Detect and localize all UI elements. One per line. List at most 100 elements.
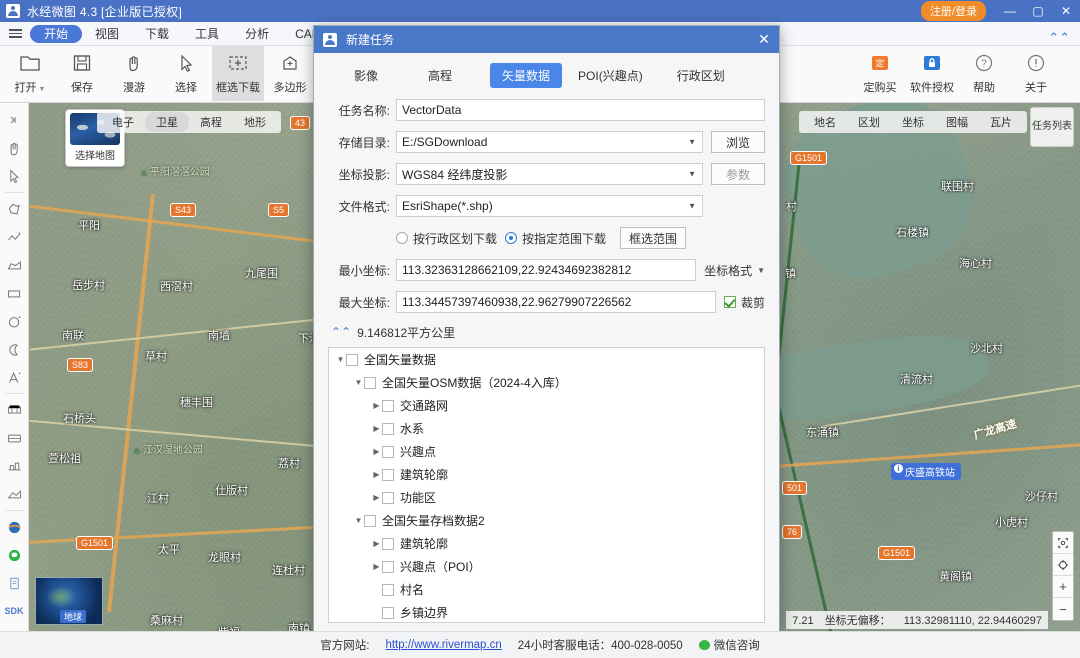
chevron-double-up-icon[interactable]: ⌃⌃ xyxy=(331,325,351,339)
tree-checkbox[interactable] xyxy=(382,422,394,435)
ribbon-select-button[interactable]: 选择 xyxy=(160,46,212,101)
menu-item-view[interactable]: 视图 xyxy=(82,25,132,43)
ribbon-save-button[interactable]: 保存 xyxy=(56,46,108,101)
wechat-consult-group[interactable]: 微信咨询 xyxy=(698,637,760,653)
dialog-close-button[interactable]: ✕ xyxy=(749,31,779,48)
arc-draw-icon[interactable] xyxy=(1,335,28,363)
ribbon-polygon-button[interactable]: 多边形 xyxy=(264,46,316,101)
collapse-rail-icon[interactable] xyxy=(1,106,28,134)
task-list-button[interactable]: 任务列表 xyxy=(1030,107,1074,147)
map-tab-tiles[interactable]: 瓦片 xyxy=(979,112,1023,132)
rectangle-draw-icon[interactable] xyxy=(1,279,28,307)
earth-icon[interactable] xyxy=(1,513,28,541)
map-tab-sheets[interactable]: 图幅 xyxy=(935,112,979,132)
tree-checkbox[interactable] xyxy=(382,606,394,619)
hamburger-menu-icon[interactable] xyxy=(0,29,30,38)
ribbon-about-button[interactable]: 关于 xyxy=(1010,46,1062,101)
params-button[interactable]: 参数 xyxy=(711,163,765,185)
arrow-select-icon[interactable] xyxy=(1,162,28,190)
official-site-link[interactable]: http://www.rivermap.cn xyxy=(385,639,501,651)
dataset-tree[interactable]: ▼ 全国矢量数据 ▼ 全国矢量OSM数据（2024-4入库） ▶ 交通路网 ▶ xyxy=(328,347,765,623)
sdk-icon[interactable]: SDK xyxy=(1,597,28,625)
minimize-button[interactable]: — xyxy=(996,0,1024,22)
tree-checkbox[interactable] xyxy=(382,399,394,412)
text-draw-icon[interactable] xyxy=(1,363,28,391)
chevron-right-icon[interactable]: ▶ xyxy=(371,493,382,502)
ribbon-open-button[interactable]: 打开 ▼ xyxy=(4,46,56,101)
chevron-right-icon[interactable]: ▶ xyxy=(371,470,382,479)
radio-by-extent[interactable]: 按指定范围下载 xyxy=(505,230,606,247)
tree-checkbox[interactable] xyxy=(346,353,358,366)
format-select[interactable]: EsriShape(*.shp) ▼ xyxy=(396,195,703,217)
clip-checkbox-group[interactable]: 裁剪 xyxy=(723,294,765,311)
chevron-down-icon[interactable]: ▼ xyxy=(353,516,364,525)
menu-item-start[interactable]: 开始 xyxy=(30,24,83,43)
locate-icon[interactable] xyxy=(1053,554,1073,576)
polygon-draw-icon[interactable] xyxy=(1,195,28,223)
chevron-right-icon[interactable]: ▶ xyxy=(371,562,382,571)
tree-checkbox[interactable] xyxy=(382,468,394,481)
tab-elevation[interactable]: 高程 xyxy=(416,63,464,88)
task-name-input[interactable]: VectorData xyxy=(396,99,765,121)
radio-by-district[interactable]: 按行政区划下载 xyxy=(396,230,497,247)
min-coord-input[interactable]: 113.32363128662109,22.92434692382812 xyxy=(396,259,697,281)
map-tab-coordinates[interactable]: 坐标 xyxy=(891,112,935,132)
close-window-button[interactable]: ✕ xyxy=(1052,0,1080,22)
measure-dist-icon[interactable] xyxy=(1,424,28,452)
draw-range-button[interactable]: 框选范围 xyxy=(620,227,687,249)
menu-item-tools[interactable]: 工具 xyxy=(182,25,232,43)
ribbon-box-download-button[interactable]: 框选下载 xyxy=(212,46,264,101)
projection-select[interactable]: WGS84 经纬度投影 ▼ xyxy=(396,163,703,185)
chevron-right-icon[interactable]: ▶ xyxy=(371,539,382,548)
terrain-icon[interactable] xyxy=(1,480,28,508)
map-tab-terrain[interactable]: 地形 xyxy=(233,112,277,132)
save-dir-select[interactable]: E:/SGDownload ▼ xyxy=(396,131,703,153)
tree-checkbox[interactable] xyxy=(382,583,394,596)
chevron-right-icon[interactable]: ▶ xyxy=(371,401,382,410)
wechat-icon[interactable] xyxy=(1,541,28,569)
tab-poi[interactable]: POI(兴趣点) xyxy=(566,63,655,88)
chevron-right-icon[interactable]: ▶ xyxy=(371,424,382,433)
tab-imagery[interactable]: 影像 xyxy=(342,63,390,88)
polyline-draw-icon[interactable] xyxy=(1,223,28,251)
tab-vector-data[interactable]: 矢量数据 xyxy=(490,62,563,88)
tree-checkbox[interactable] xyxy=(364,514,376,527)
chevron-down-icon[interactable]: ▼ xyxy=(353,378,364,387)
doc-icon[interactable] xyxy=(1,569,28,597)
zoom-in-button[interactable]: + xyxy=(1053,576,1073,598)
measure-area-icon[interactable] xyxy=(1,396,28,424)
browse-button[interactable]: 浏览 xyxy=(711,131,765,153)
menu-item-analysis[interactable]: 分析 xyxy=(232,25,282,43)
ribbon-purchase-button[interactable]: 定 定购买 xyxy=(854,46,906,101)
profile-icon[interactable] xyxy=(1,452,28,480)
hand-pan-icon[interactable] xyxy=(1,134,28,162)
ribbon-help-button[interactable]: ? 帮助 xyxy=(958,46,1010,101)
tree-checkbox[interactable] xyxy=(382,491,394,504)
chevron-right-icon[interactable]: ▶ xyxy=(371,447,382,456)
tab-administrative[interactable]: 行政区划 xyxy=(665,63,737,88)
maximize-button[interactable]: ▢ xyxy=(1024,0,1052,22)
map-tab-placenames[interactable]: 地名 xyxy=(803,112,847,132)
max-coord-input[interactable]: 113.34457397460938,22.96279907226562 xyxy=(396,291,716,313)
map-tab-districts[interactable]: 区划 xyxy=(847,112,891,132)
zoom-out-button[interactable]: − xyxy=(1053,598,1073,620)
tree-checkbox[interactable] xyxy=(364,376,376,389)
ribbon-pan-button[interactable]: 漫游 xyxy=(108,46,160,101)
tree-checkbox[interactable] xyxy=(382,445,394,458)
coord-format-dropdown[interactable]: 坐标格式 ▼ xyxy=(704,262,765,279)
fit-extent-icon[interactable] xyxy=(1053,532,1073,554)
poi-marker[interactable]: 庆盛高铁站 xyxy=(891,463,961,480)
chevron-down-icon[interactable]: ▼ xyxy=(335,355,346,364)
map-tab-elevation[interactable]: 高程 xyxy=(189,112,233,132)
map-tab-satellite[interactable]: 卫星 xyxy=(145,112,189,132)
collapse-ribbon-icon[interactable]: ⌃⌃ xyxy=(1048,30,1070,46)
ribbon-license-button[interactable]: 软件授权 xyxy=(906,46,958,101)
login-register-button[interactable]: 注册/登录 xyxy=(920,1,986,21)
globe-preview[interactable]: 地球 xyxy=(35,577,103,625)
freeform-draw-icon[interactable] xyxy=(1,251,28,279)
map-tab-electronic[interactable]: 电子 xyxy=(101,112,145,132)
clip-checkbox[interactable] xyxy=(723,296,736,308)
circle-draw-icon[interactable] xyxy=(1,307,28,335)
tree-checkbox[interactable] xyxy=(382,560,394,573)
tree-checkbox[interactable] xyxy=(382,537,394,550)
